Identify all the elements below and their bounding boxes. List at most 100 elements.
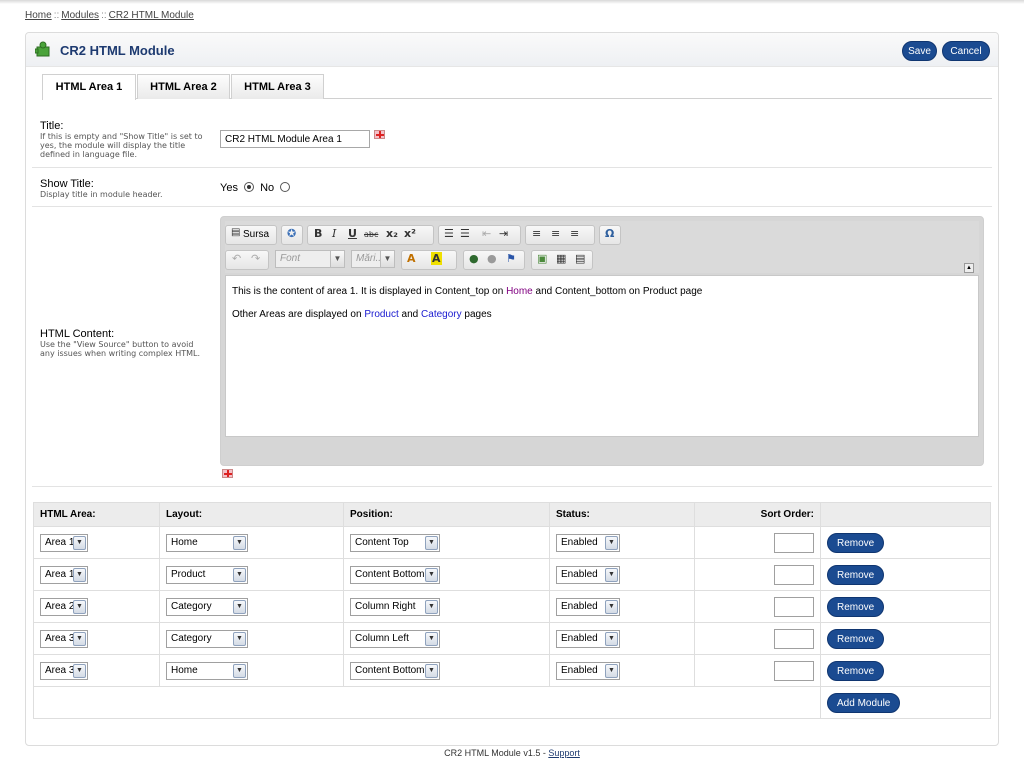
italic-icon[interactable]: I [332, 227, 336, 240]
superscript-icon[interactable]: x² [404, 227, 416, 240]
content-text: pages [461, 309, 492, 320]
status-select[interactable]: Enabled ▼ [556, 629, 620, 648]
link-icon[interactable]: ● [469, 252, 479, 265]
breadcrumb-current[interactable]: CR2 HTML Module [109, 10, 194, 21]
status-select-value: Enabled [561, 664, 598, 676]
add-module-button[interactable]: Add Module [827, 692, 901, 713]
top-shadow [0, 0, 1024, 4]
title-input[interactable] [220, 130, 370, 148]
position-select[interactable]: Content Bottom ▼ [350, 565, 440, 584]
yes-radio[interactable] [244, 182, 255, 192]
bold-icon[interactable]: B [314, 227, 322, 240]
status-select[interactable]: Enabled ▼ [556, 661, 620, 680]
tab-html-area-3[interactable]: HTML Area 3 [231, 74, 324, 99]
content-text: and Content_bottom on Product page [532, 286, 703, 297]
position-select[interactable]: Content Top ▼ [350, 533, 440, 552]
undo-icon[interactable]: ↶ [232, 252, 241, 265]
divider [32, 167, 992, 168]
layout-select[interactable]: Home ▼ [166, 661, 248, 680]
collapse-toolbar-button[interactable]: ▲ [964, 263, 974, 273]
header-sort-order: Sort Order: [694, 502, 821, 527]
align-right-icon[interactable]: ≡ [570, 227, 579, 240]
cell-remove: Remove [820, 654, 991, 687]
unlink-icon[interactable]: ● [487, 252, 497, 265]
layout-select[interactable]: Product ▼ [166, 565, 248, 584]
status-select[interactable]: Enabled ▼ [556, 533, 620, 552]
area-select[interactable]: Area 3 ▼ [40, 629, 88, 648]
templates-button[interactable]: ✪ [281, 225, 303, 245]
area-select[interactable]: Area 1 ▼ [40, 533, 88, 552]
table-footer-row: Add Module [33, 686, 991, 719]
cell-layout: Home ▼ [159, 654, 344, 687]
no-radio[interactable] [280, 182, 291, 192]
content-link-category[interactable]: Category [421, 309, 462, 320]
add-cell: Add Module [820, 686, 991, 719]
editor-content[interactable]: This is the content of area 1. It is dis… [225, 275, 979, 437]
layout-select[interactable]: Category ▼ [166, 629, 248, 648]
content-link-product[interactable]: Product [364, 309, 398, 320]
table-icon[interactable]: ▦ [556, 252, 566, 265]
tab-html-area-2[interactable]: HTML Area 2 [137, 74, 230, 99]
support-link[interactable]: Support [548, 748, 580, 758]
cell-remove: Remove [820, 526, 991, 559]
title-label-group: Title: If this is empty and "Show Title"… [40, 120, 210, 159]
subscript-icon[interactable]: x₂ [386, 227, 398, 240]
position-select[interactable]: Column Right ▼ [350, 597, 440, 616]
cell-sort [694, 622, 821, 655]
remove-button[interactable]: Remove [827, 564, 885, 585]
layout-select[interactable]: Category ▼ [166, 597, 248, 616]
cancel-button[interactable]: Cancel [942, 41, 990, 61]
content-link-home[interactable]: Home [506, 286, 533, 297]
size-combo[interactable]: Mări... ▼ [351, 250, 395, 268]
layout-select[interactable]: Home ▼ [166, 533, 248, 552]
save-button[interactable]: Save [902, 41, 937, 61]
area-select[interactable]: Area 1 ▼ [40, 565, 88, 584]
text-color-icon[interactable]: A [407, 252, 416, 265]
underline-icon[interactable]: U [348, 227, 357, 240]
cell-position: Content Top ▼ [343, 526, 550, 559]
sort-order-input[interactable] [774, 532, 814, 553]
sort-order-input[interactable] [774, 660, 814, 681]
breadcrumb-home[interactable]: Home [25, 10, 52, 21]
cell-layout: Home ▼ [159, 526, 344, 559]
redo-icon[interactable]: ↷ [251, 252, 260, 265]
outdent-icon[interactable]: ⇤ [482, 227, 491, 240]
special-char-button[interactable]: Ω [599, 225, 621, 245]
table-row: Area 1 ▼ Product ▼ Content Bottom ▼ Enabled ▼ Re… [33, 558, 991, 591]
position-select[interactable]: Column Left ▼ [350, 629, 440, 648]
align-left-icon[interactable]: ≡ [532, 227, 541, 240]
remove-button[interactable]: Remove [827, 532, 885, 553]
content-text: This is the content of area 1. It is dis… [232, 286, 507, 297]
remove-button[interactable]: Remove [827, 628, 885, 649]
remove-button[interactable]: Remove [827, 660, 885, 681]
bg-color-icon[interactable]: A [431, 252, 442, 265]
sort-order-input[interactable] [774, 628, 814, 649]
hr-icon[interactable]: ▤ [575, 252, 585, 265]
status-select-value: Enabled [561, 600, 598, 612]
status-select[interactable]: Enabled ▼ [556, 597, 620, 616]
area-select[interactable]: Area 2 ▼ [40, 597, 88, 616]
numbered-list-icon[interactable]: ☰ [444, 227, 454, 240]
chevron-down-icon: ▼ [330, 251, 344, 267]
cell-position: Content Bottom ▼ [343, 654, 550, 687]
image-icon[interactable]: ▣ [537, 252, 547, 265]
chevron-down-icon: ▼ [605, 631, 618, 646]
strike-icon[interactable]: abc [364, 230, 378, 239]
footer-text: CR2 HTML Module v1.5 - [444, 748, 549, 758]
breadcrumb-modules[interactable]: Modules [61, 10, 99, 21]
status-select[interactable]: Enabled ▼ [556, 565, 620, 584]
area-select[interactable]: Area 3 ▼ [40, 661, 88, 680]
sort-order-input[interactable] [774, 564, 814, 585]
bullet-list-icon[interactable]: ☰ [460, 227, 470, 240]
indent-icon[interactable]: ⇥ [499, 227, 508, 240]
align-center-icon[interactable]: ≡ [551, 227, 560, 240]
cell-area: Area 2 ▼ [33, 590, 160, 623]
font-combo[interactable]: Font ▼ [275, 250, 345, 268]
anchor-icon[interactable]: ⚑ [506, 252, 516, 265]
tab-html-area-1[interactable]: HTML Area 1 [42, 74, 136, 100]
position-select[interactable]: Content Bottom ▼ [350, 661, 440, 680]
remove-button[interactable]: Remove [827, 596, 885, 617]
source-button[interactable]: ▤ Sursa [225, 225, 277, 245]
sort-order-input[interactable] [774, 596, 814, 617]
breadcrumb: Home:: Modules:: CR2 HTML Module [25, 10, 194, 21]
